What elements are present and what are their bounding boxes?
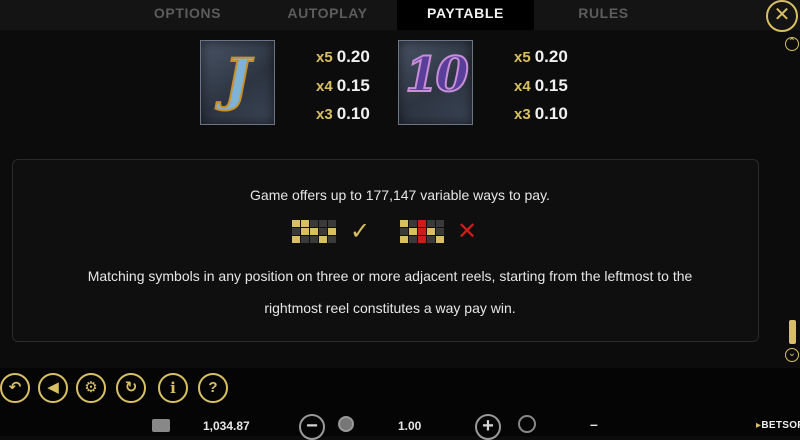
pay-row: x4 0.15 [316, 76, 370, 96]
info-icon[interactable]: i [158, 373, 188, 403]
pay-multiplier: x4 [316, 78, 333, 95]
balance-value: 1,034.87 [203, 419, 250, 433]
win-icon [518, 415, 536, 433]
ways-title: Game offers up to 177,147 variable ways … [250, 187, 550, 203]
tab-bar: OPTIONS AUTOPLAY PAYTABLE RULES [0, 0, 800, 30]
ways-description-line2: rightmost reel constitutes a way pay win… [264, 300, 516, 316]
cross-icon: ✕ [457, 218, 478, 245]
symbol-10-tile: 10 [398, 40, 473, 125]
pay-multiplier: x5 [316, 49, 333, 66]
pay-value: 0.10 [336, 104, 370, 123]
pay-value: 0.10 [534, 104, 568, 123]
pay-row: x3 0.10 [514, 104, 568, 124]
symbol-10-glyph: 10 [404, 46, 470, 104]
pay-row: x4 0.15 [514, 76, 568, 96]
scroll-down-icon[interactable]: ⌄ [785, 348, 799, 362]
close-icon[interactable]: ✕ [766, 0, 798, 32]
pay-multiplier: x5 [514, 49, 531, 66]
wallet-icon [152, 419, 170, 432]
brand-name: BETSOFT [761, 420, 800, 431]
symbol-j-glyph: J [223, 46, 252, 114]
help-icon[interactable]: ? [198, 373, 228, 403]
valid-pattern-icon [292, 220, 336, 243]
rewind-icon[interactable]: ◀ [38, 373, 68, 403]
scroll-up-icon[interactable]: ⌃ [785, 37, 799, 51]
win-value: – [590, 416, 598, 432]
check-icon: ✓ [350, 218, 371, 245]
sound-icon[interactable]: ↻ [116, 373, 146, 403]
tab-rules[interactable]: RULES [541, 0, 666, 30]
pay-multiplier: x3 [514, 106, 531, 123]
pay-row: x5 0.20 [514, 47, 568, 67]
tab-options[interactable]: OPTIONS [125, 0, 250, 30]
symbol-j-tile: J [200, 40, 275, 125]
pay-value: 0.20 [336, 47, 370, 66]
bet-value: 1.00 [398, 419, 422, 433]
tab-autoplay[interactable]: AUTOPLAY [265, 0, 390, 30]
bet-increase-button[interactable]: + [475, 414, 501, 440]
pay-row: x3 0.10 [316, 104, 370, 124]
pay-row: x5 0.20 [316, 47, 370, 67]
pay-multiplier: x3 [316, 106, 333, 123]
back-icon[interactable]: ↶ [0, 373, 30, 403]
gear-icon[interactable]: ⚙ [76, 373, 106, 403]
bet-decrease-button[interactable]: − [299, 414, 325, 440]
coins-icon [338, 416, 354, 432]
pay-value: 0.20 [534, 47, 568, 66]
scrollbar-thumb[interactable] [789, 320, 796, 344]
pay-value: 0.15 [336, 76, 370, 95]
brand-logo: ▸BETSOFT [756, 420, 800, 431]
invalid-pattern-icon [400, 220, 444, 243]
tab-paytable[interactable]: PAYTABLE [397, 0, 534, 30]
pay-multiplier: x4 [514, 78, 531, 95]
ways-description-line1: Matching symbols in any position on thre… [87, 268, 693, 284]
pay-value: 0.15 [534, 76, 568, 95]
